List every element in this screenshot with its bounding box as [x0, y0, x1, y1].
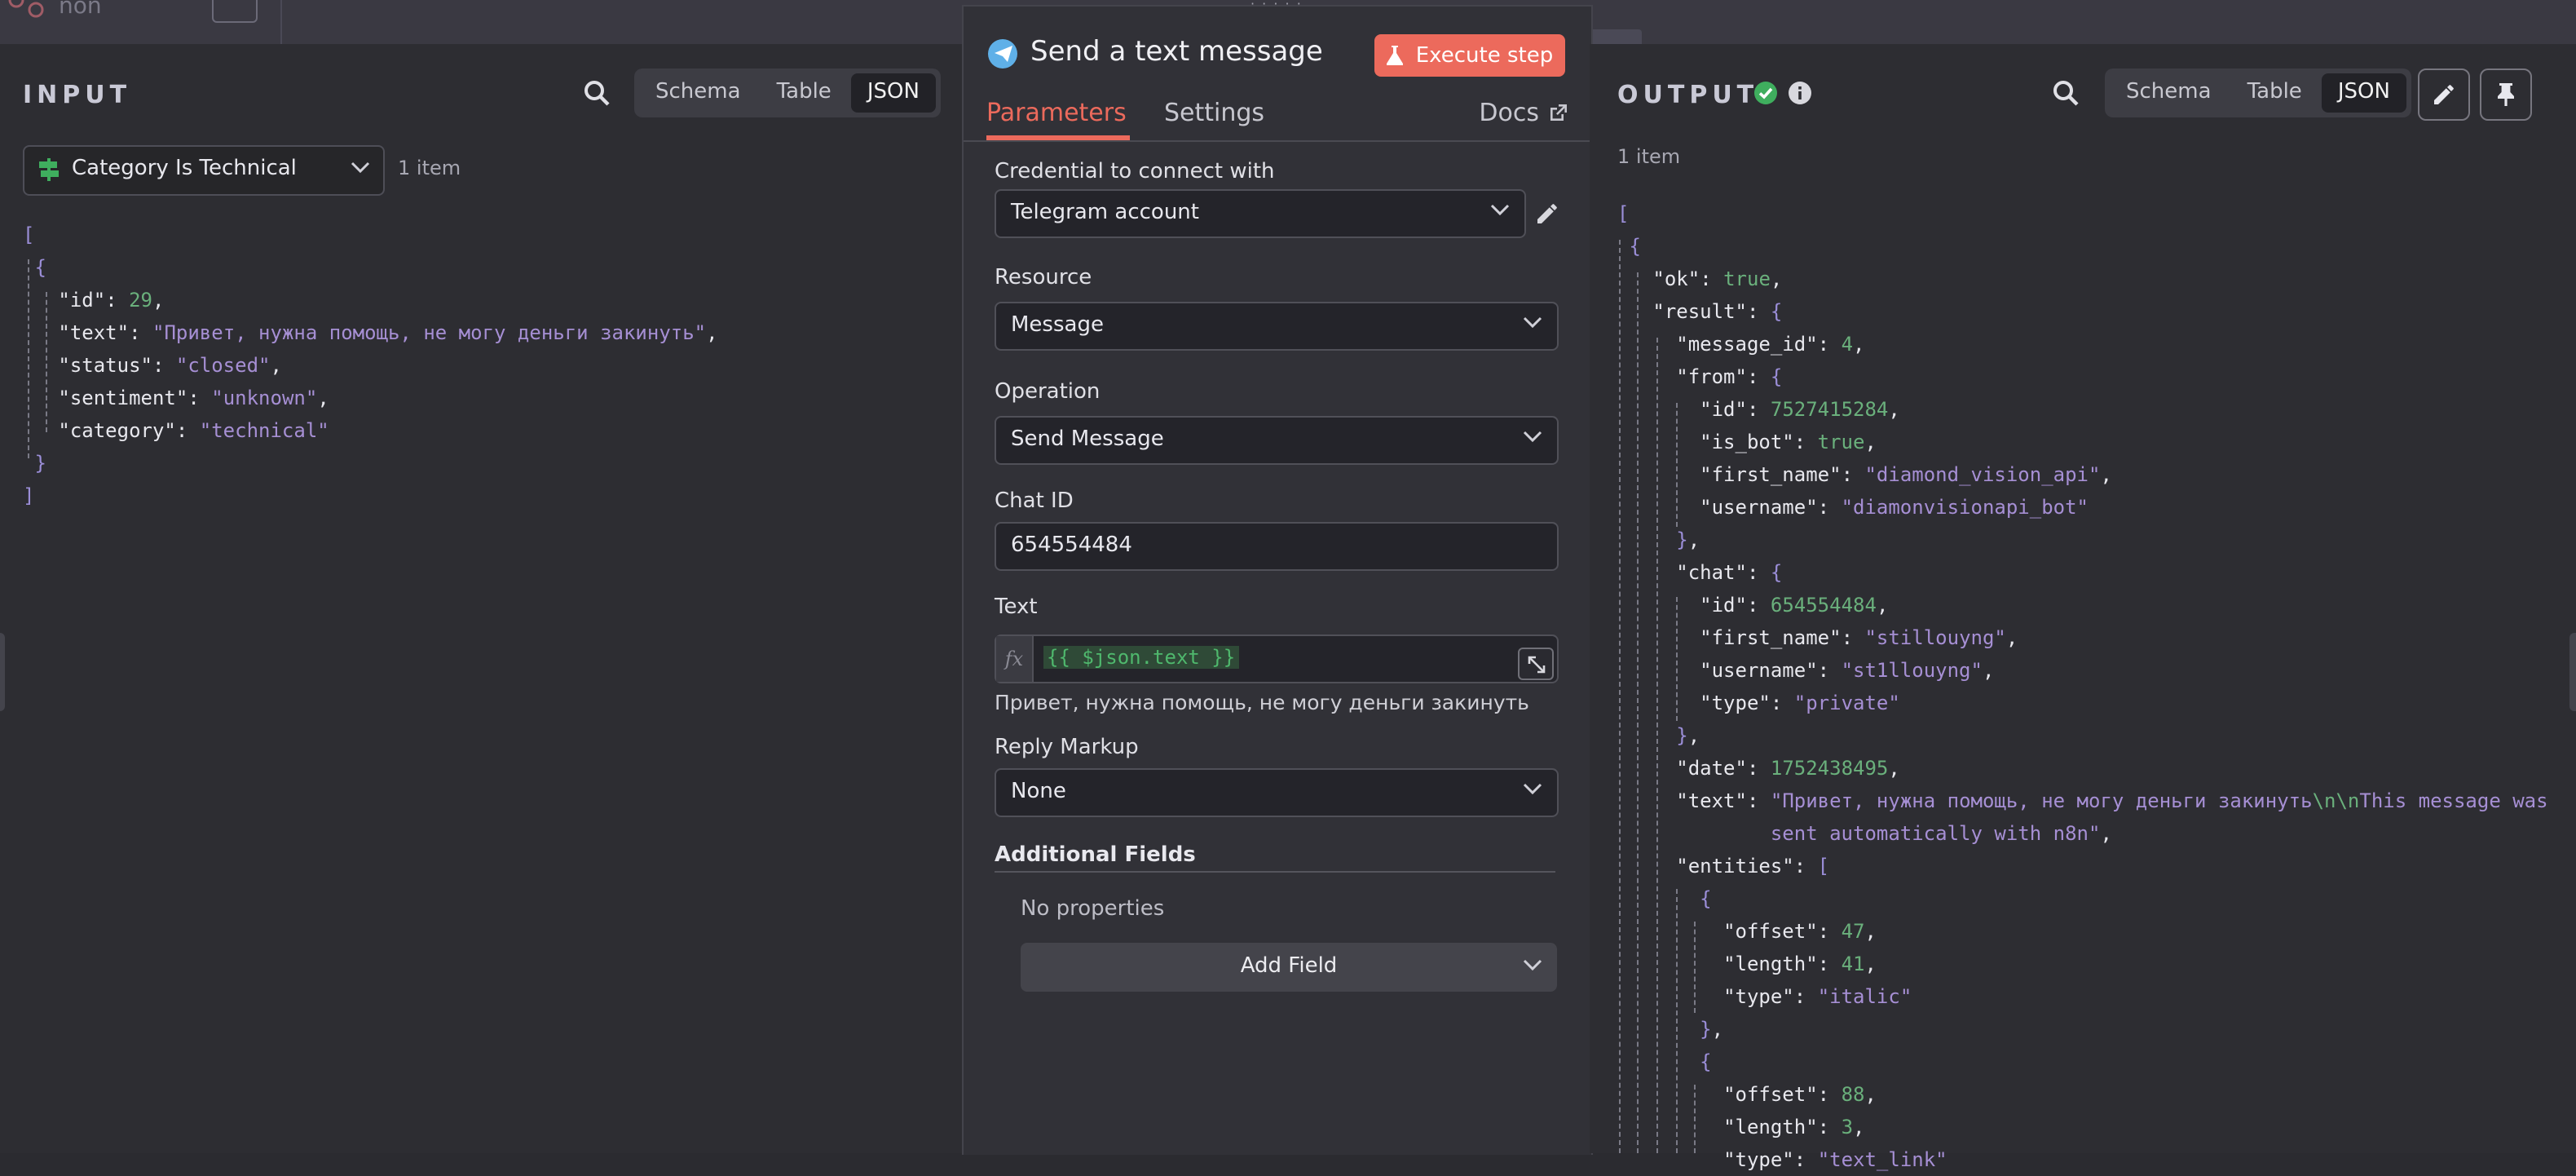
tab-parameters[interactable]: Parameters — [986, 98, 1127, 127]
info-icon[interactable] — [1789, 82, 1811, 104]
success-check-icon — [1754, 82, 1777, 104]
resource-label: Resource — [995, 266, 1092, 290]
background-bar — [1590, 29, 1642, 44]
input-tab-json[interactable]: JSON — [850, 73, 936, 113]
text-label: Text — [995, 595, 1038, 620]
credential-select[interactable]: Telegram account — [995, 189, 1526, 238]
execute-step-label: Execute step — [1415, 43, 1554, 68]
output-tab-schema[interactable]: Schema — [2110, 73, 2228, 113]
chevron-down-icon — [1523, 959, 1542, 971]
active-tab-indicator — [986, 135, 1130, 140]
chat-id-value: 654554484 — [1011, 533, 1132, 558]
credential-value: Telegram account — [1011, 201, 1199, 225]
chevron-down-icon — [1523, 783, 1542, 795]
resource-value: Message — [1011, 313, 1104, 338]
operation-value: Send Message — [1011, 427, 1164, 452]
workflow-link-icon — [8, 0, 44, 18]
additional-fields-divider — [995, 871, 1555, 873]
output-tab-table[interactable]: Table — [2231, 73, 2318, 113]
input-title: INPUT — [23, 80, 132, 109]
input-source-node-select[interactable]: Category Is Technical — [23, 145, 385, 196]
tab-settings[interactable]: Settings — [1164, 98, 1264, 127]
input-panel: INPUT Schema Table JSON Category Is Tech… — [0, 44, 962, 1153]
output-tab-json[interactable]: JSON — [2321, 73, 2406, 113]
text-expression-input[interactable]: fx {{ $json.text }} — [995, 634, 1559, 683]
background-node-label: non — [59, 0, 102, 20]
reply-markup-label: Reply Markup — [995, 736, 1139, 760]
operation-label: Operation — [995, 380, 1101, 405]
output-items-count: 1 item — [1617, 145, 1681, 168]
output-json-viewer: [ { "ok": true, "result": { "message_id"… — [1617, 202, 2548, 1171]
left-edge-handle[interactable] — [0, 633, 5, 711]
input-tab-table[interactable]: Table — [761, 73, 848, 113]
resource-select[interactable]: Message — [995, 302, 1559, 351]
input-json-viewer: [ { "id": 29, "text": "Привет, нужна пом… — [23, 223, 718, 507]
chevron-down-icon — [1490, 204, 1510, 216]
node-details-panel: Send a text message Execute step Paramet… — [962, 5, 1593, 1155]
telegram-icon — [988, 39, 1017, 69]
pin-icon — [2498, 83, 2514, 106]
output-view-toggle: Schema Table JSON — [2105, 69, 2411, 117]
background-divider — [280, 0, 282, 44]
input-tab-schema[interactable]: Schema — [639, 73, 757, 113]
text-expression: {{ $json.text }} — [1043, 646, 1239, 669]
right-edge-handle[interactable] — [2569, 633, 2576, 711]
operation-select[interactable]: Send Message — [995, 416, 1559, 465]
chevron-down-icon — [1523, 431, 1542, 443]
node-tabs: Parameters Settings Docs — [964, 91, 1591, 142]
add-field-label: Add Field — [1240, 954, 1338, 979]
input-search-icon[interactable] — [577, 73, 616, 113]
input-source-node-label: Category Is Technical — [72, 157, 297, 181]
flask-icon — [1387, 46, 1404, 65]
text-preview: Привет, нужна помощь, не могу деньги зак… — [995, 690, 1529, 714]
node-title[interactable]: Send a text message — [1030, 36, 1323, 69]
reply-markup-value: None — [1011, 780, 1066, 804]
reply-markup-select[interactable]: None — [995, 768, 1559, 817]
docs-label: Docs — [1479, 98, 1539, 127]
chevron-down-icon — [1523, 316, 1542, 329]
additional-fields-title: Additional Fields — [995, 843, 1196, 868]
chevron-down-icon — [351, 161, 370, 174]
add-field-button[interactable]: Add Field — [1021, 943, 1557, 992]
credential-label: Credential to connect with — [995, 160, 1275, 184]
edit-credential-icon[interactable] — [1528, 194, 1567, 233]
output-panel: OUTPUT Schema Table JSON 1 item [ { "ok"… — [1590, 44, 2576, 1171]
pin-output-button[interactable] — [2480, 69, 2532, 121]
execute-step-button[interactable]: Execute step — [1374, 34, 1565, 77]
edit-output-button[interactable] — [2418, 69, 2470, 121]
expand-editor-icon[interactable] — [1518, 648, 1554, 680]
input-view-toggle: Schema Table JSON — [634, 69, 941, 117]
chat-id-input[interactable]: 654554484 — [995, 522, 1559, 571]
fx-icon: fx — [996, 636, 1034, 682]
docs-link[interactable]: Docs — [1479, 98, 1567, 127]
output-search-icon[interactable] — [2046, 73, 2085, 113]
external-link-icon — [1550, 104, 1567, 120]
output-title: OUTPUT — [1617, 80, 1759, 109]
background-add-node — [212, 0, 258, 23]
pencil-icon — [2434, 85, 2454, 104]
signpost-icon — [39, 158, 59, 181]
input-items-count: 1 item — [398, 157, 461, 179]
chat-id-label: Chat ID — [995, 489, 1074, 514]
no-properties-text: No properties — [1021, 897, 1165, 922]
